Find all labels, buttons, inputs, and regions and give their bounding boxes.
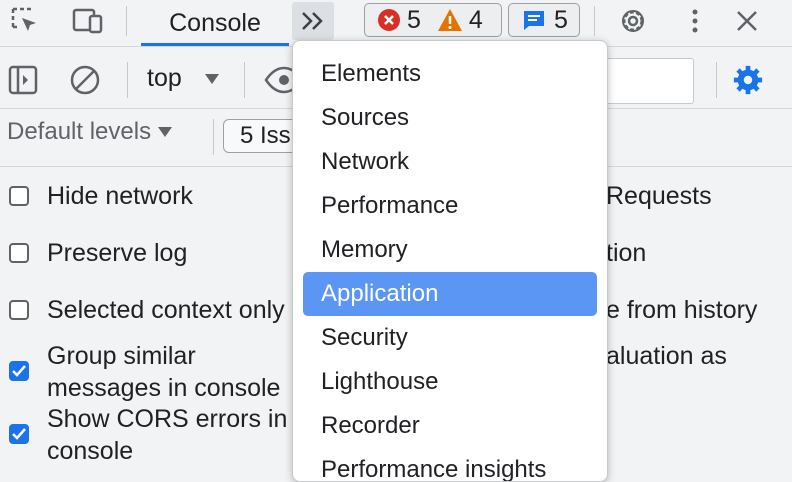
- settings-gear-icon[interactable]: [617, 5, 649, 37]
- context-value: top: [147, 64, 182, 92]
- console-settings-icon[interactable]: [732, 64, 764, 96]
- hide-network-label: Hide network: [47, 182, 193, 210]
- menu-item-lighthouse[interactable]: Lighthouse: [303, 360, 597, 404]
- live-expression-eye-icon[interactable]: [264, 64, 294, 96]
- autocomplete-history-label: e from history: [606, 296, 758, 324]
- log-levels-dropdown[interactable]: Default levels: [7, 118, 173, 146]
- menu-item-performance-insights[interactable]: Performance insights: [303, 448, 597, 481]
- warning-icon: [437, 8, 463, 32]
- menu-item-performance[interactable]: Performance: [303, 184, 597, 228]
- divider: [213, 119, 214, 155]
- checkmark-icon: [12, 365, 26, 377]
- more-options-icon[interactable]: [679, 5, 711, 37]
- show-cors-label: Show CORS errors in console: [47, 405, 288, 465]
- selected-context-checkbox[interactable]: [9, 300, 29, 320]
- close-icon[interactable]: [731, 5, 763, 37]
- menu-item-network[interactable]: Network: [303, 140, 597, 184]
- divider: [716, 62, 717, 98]
- device-toolbar-icon[interactable]: [72, 5, 104, 37]
- message-icon: [522, 8, 546, 32]
- log-xhr-requests-label: Requests: [606, 182, 712, 210]
- tab-console[interactable]: Console: [141, 0, 289, 46]
- inspect-element-icon[interactable]: [9, 5, 41, 37]
- menu-item-application[interactable]: Application: [303, 272, 597, 316]
- warning-count: 4: [468, 5, 483, 34]
- divider: [244, 62, 245, 98]
- message-counter[interactable]: 5: [508, 3, 580, 37]
- double-chevron-right-icon: [302, 12, 323, 30]
- checkmark-icon: [12, 428, 26, 440]
- error-icon: [377, 8, 401, 32]
- error-warning-counter[interactable]: 5 4: [364, 3, 502, 37]
- dropdown-arrow-icon: [204, 73, 219, 84]
- divider: [594, 6, 595, 36]
- eager-evaluation-label: tion: [606, 239, 647, 267]
- dropdown-arrow-icon: [158, 127, 173, 137]
- issues-button[interactable]: 5 Issues: [223, 119, 303, 153]
- menu-item-security[interactable]: Security: [303, 316, 597, 360]
- preserve-log-label: Preserve log: [47, 239, 188, 267]
- error-count: 5: [407, 5, 421, 34]
- preserve-log-checkbox[interactable]: [9, 243, 29, 263]
- context-selector[interactable]: top: [147, 64, 220, 93]
- message-count: 5: [554, 5, 568, 34]
- selected-context-label: Selected context only: [47, 296, 285, 324]
- menu-item-elements[interactable]: Elements: [303, 52, 597, 96]
- divider: [126, 6, 127, 36]
- show-cors-checkbox[interactable]: [9, 424, 29, 444]
- log-levels-label: Default levels: [7, 118, 152, 145]
- divider: [127, 62, 128, 98]
- more-tabs-button[interactable]: [292, 2, 334, 40]
- treat-evaluation-label: aluation as: [606, 342, 727, 370]
- clear-console-icon[interactable]: [69, 64, 101, 96]
- hide-network-checkbox[interactable]: [9, 186, 29, 206]
- sidebar-toggle-icon[interactable]: [7, 64, 39, 96]
- more-tabs-menu: Elements Sources Network Performance Mem…: [292, 40, 608, 482]
- group-similar-label: Group similar messages in console: [47, 342, 281, 402]
- menu-item-recorder[interactable]: Recorder: [303, 404, 597, 448]
- menu-item-sources[interactable]: Sources: [303, 96, 597, 140]
- group-similar-checkbox[interactable]: [9, 361, 29, 381]
- menu-item-memory[interactable]: Memory: [303, 228, 597, 272]
